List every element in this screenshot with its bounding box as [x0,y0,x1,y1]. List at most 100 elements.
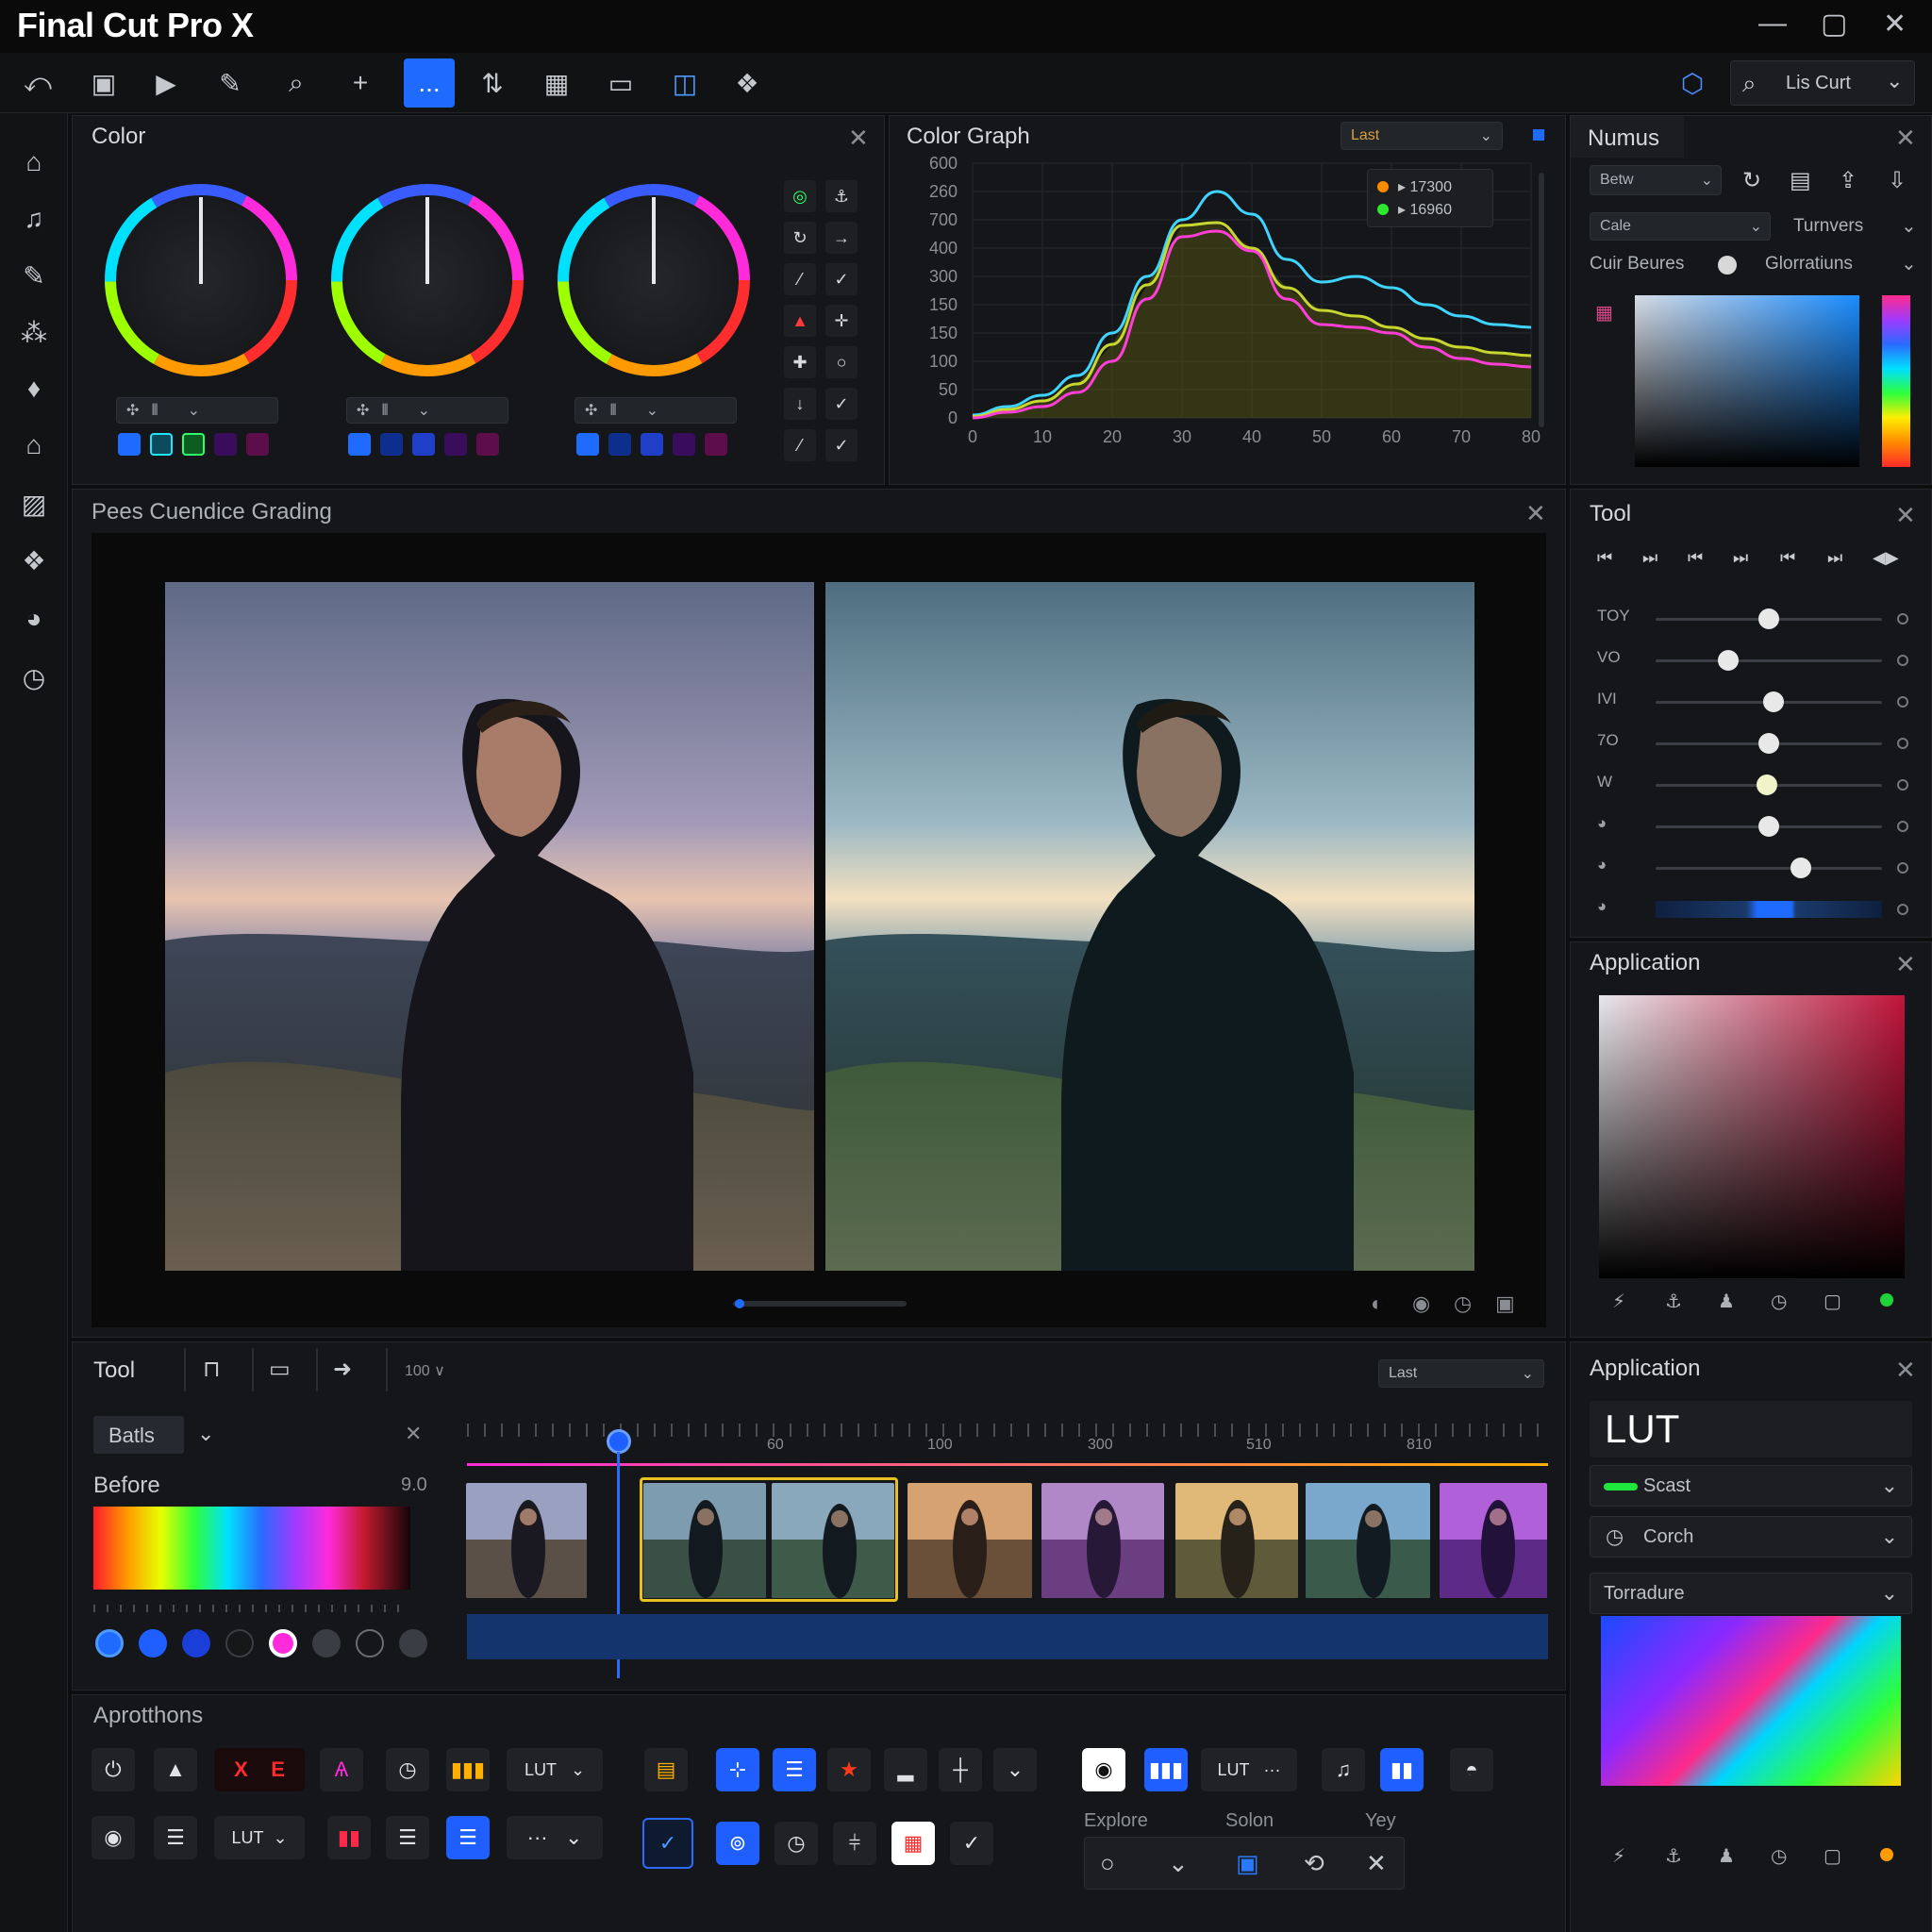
chevron-down-icon[interactable]: ⌄ [993,1748,1037,1791]
music-icon[interactable]: ♫ [0,192,68,245]
save-icon[interactable]: ▤ [1790,167,1811,194]
chart-icon[interactable]: ▮▮▮ [1144,1748,1188,1791]
grid-icon[interactable]: ▦ [534,60,579,106]
pen-icon[interactable]: ✎ [208,60,253,106]
arrow-right-icon[interactable]: → [825,222,858,254]
check-icon[interactable]: ✓ [825,263,858,295]
more-button[interactable]: ... [404,58,455,108]
slider-knob[interactable] [1790,858,1811,878]
slider-knob[interactable] [1758,608,1779,629]
refresh-icon[interactable]: ↻ [1742,167,1761,194]
after-image[interactable] [825,582,1474,1271]
person-icon[interactable]: ♟ [1718,1844,1735,1868]
saturation-picker[interactable] [1635,295,1859,467]
scrubber-track[interactable] [733,1301,907,1307]
slider-knob[interactable] [1756,774,1777,795]
bar-icon[interactable]: ▂ [884,1748,927,1791]
timeline-clip-selected[interactable] [772,1483,894,1598]
chevron-down-icon[interactable]: ⌄ [1901,214,1917,238]
numus-row-right[interactable]: Glorratiuns [1765,254,1853,275]
person-icon[interactable]: ♟ [1718,1290,1735,1313]
sliders-icon[interactable]: ⫩ [833,1822,876,1865]
timeline-clip[interactable] [1306,1483,1430,1598]
brush-icon[interactable]: ✎ [0,249,68,302]
cross-icon[interactable]: ┼ [939,1748,982,1791]
face-icon[interactable]: ◓ [1450,1748,1493,1791]
circle-icon[interactable]: ○ [825,346,858,378]
graph-range-dropdown[interactable]: Last ⌄ [1341,122,1503,150]
toggle-icon[interactable]: ◀▶ [1873,548,1899,568]
timer-icon[interactable]: ◷ [1771,1844,1787,1868]
anchor-icon[interactable]: ⚓ [1665,1290,1682,1313]
audio-track[interactable] [467,1614,1548,1659]
green-swatch[interactable] [182,433,205,456]
pen-icon[interactable]: ⁄ [784,429,816,461]
swatch-blue[interactable] [139,1629,167,1657]
close-icon[interactable]: ✕ [1525,501,1546,525]
purple-swatch[interactable] [214,433,237,456]
numus-dropdown-3[interactable]: Turnvers [1793,216,1863,237]
add-icon[interactable]: + [338,60,383,106]
slider-knob[interactable] [1758,816,1779,837]
hue-spectrum[interactable] [93,1507,410,1590]
blue-swatch[interactable] [412,433,435,456]
blue-swatch[interactable] [118,433,141,456]
bell-icon[interactable]: ♦ [0,362,68,415]
timer-icon[interactable]: ◷ [774,1822,818,1865]
check-icon[interactable]: ✓ [825,388,858,420]
navy-swatch[interactable] [608,433,631,456]
archive-icon[interactable]: ▭ [598,60,643,106]
chart-icon[interactable]: ▮▮ [1380,1748,1424,1791]
skip-end-icon[interactable]: ⏭ [1733,548,1748,568]
star-icon[interactable]: ★ [827,1748,871,1791]
palette-grid-icon[interactable]: ▦ [1595,301,1613,325]
music-icon[interactable]: ♫ [1322,1748,1365,1791]
numus-dropdown-2[interactable]: Cale ⌄ [1590,212,1771,241]
palette-icon[interactable]: ◕ [0,592,68,645]
target-icon[interactable]: ◉ [1082,1748,1125,1791]
rotate-icon[interactable]: ↻ [784,222,816,254]
swatch-gray[interactable] [312,1629,341,1657]
close-icon[interactable]: ✕ [1895,503,1916,527]
close-icon[interactable]: ✕ [1895,1357,1916,1382]
lock-icon[interactable]: ⊓ [203,1356,221,1383]
purple-swatch[interactable] [673,433,695,456]
wheel-mode-select[interactable]: ✣ ⫴ ⌄ [575,397,737,424]
settings-icon[interactable]: ◉ [1412,1291,1430,1316]
home-icon[interactable]: ⌂ [0,136,68,189]
graph-scrollbar[interactable] [1539,173,1544,427]
anchor-icon[interactable]: ⚓ [1665,1844,1682,1868]
down-arrow-icon[interactable]: ↓ [784,388,816,420]
timeline-dropdown[interactable]: Last ⌄ [1378,1359,1544,1388]
mountain-icon[interactable]: ▲ [154,1748,197,1791]
close-icon[interactable]: ✕ [405,1422,422,1446]
gift-icon[interactable]: ▦ [891,1822,935,1865]
levels-icon[interactable]: ▮▮▮ [446,1748,490,1791]
close-icon[interactable]: ✕ [1366,1849,1387,1878]
x-e-button[interactable]: X E [214,1748,305,1791]
hue-slider[interactable] [1882,295,1910,467]
swatch-blue[interactable] [95,1629,124,1657]
eyedropper-icon[interactable]: ⁄ [784,263,816,295]
slider-track[interactable] [1656,867,1882,870]
audio-icon[interactable]: ◐ [1371,1291,1383,1316]
share-icon[interactable]: ⇅ [470,60,515,106]
magenta-swatch[interactable] [246,433,269,456]
image-icon[interactable]: ▨ [0,477,68,530]
undo-icon[interactable]: ⤺ [15,60,60,106]
lut-dropdown[interactable]: LUT ⌄ [214,1816,305,1859]
timer-icon[interactable]: ◷ [386,1748,429,1791]
loop-icon[interactable]: ◎ [784,180,816,212]
export-icon[interactable]: ⇪ [1839,167,1857,194]
split-view-icon[interactable]: ▮▮ [327,1816,371,1859]
search-icon[interactable]: ⌕ [274,60,319,106]
wheel-mode-select[interactable]: ✣ ⫴ ⌄ [346,397,508,424]
slider-knob[interactable] [1762,691,1784,712]
magenta-swatch[interactable] [476,433,499,456]
list-blue-icon[interactable]: ☰ [446,1816,490,1859]
blue-swatch[interactable] [576,433,599,456]
close-button[interactable]: ✕ [1883,8,1907,41]
list-icon[interactable]: ☰ [386,1816,429,1859]
sync-icon[interactable]: ⟲ [1304,1849,1324,1878]
arrow-right-icon[interactable]: ➜ [333,1356,352,1383]
